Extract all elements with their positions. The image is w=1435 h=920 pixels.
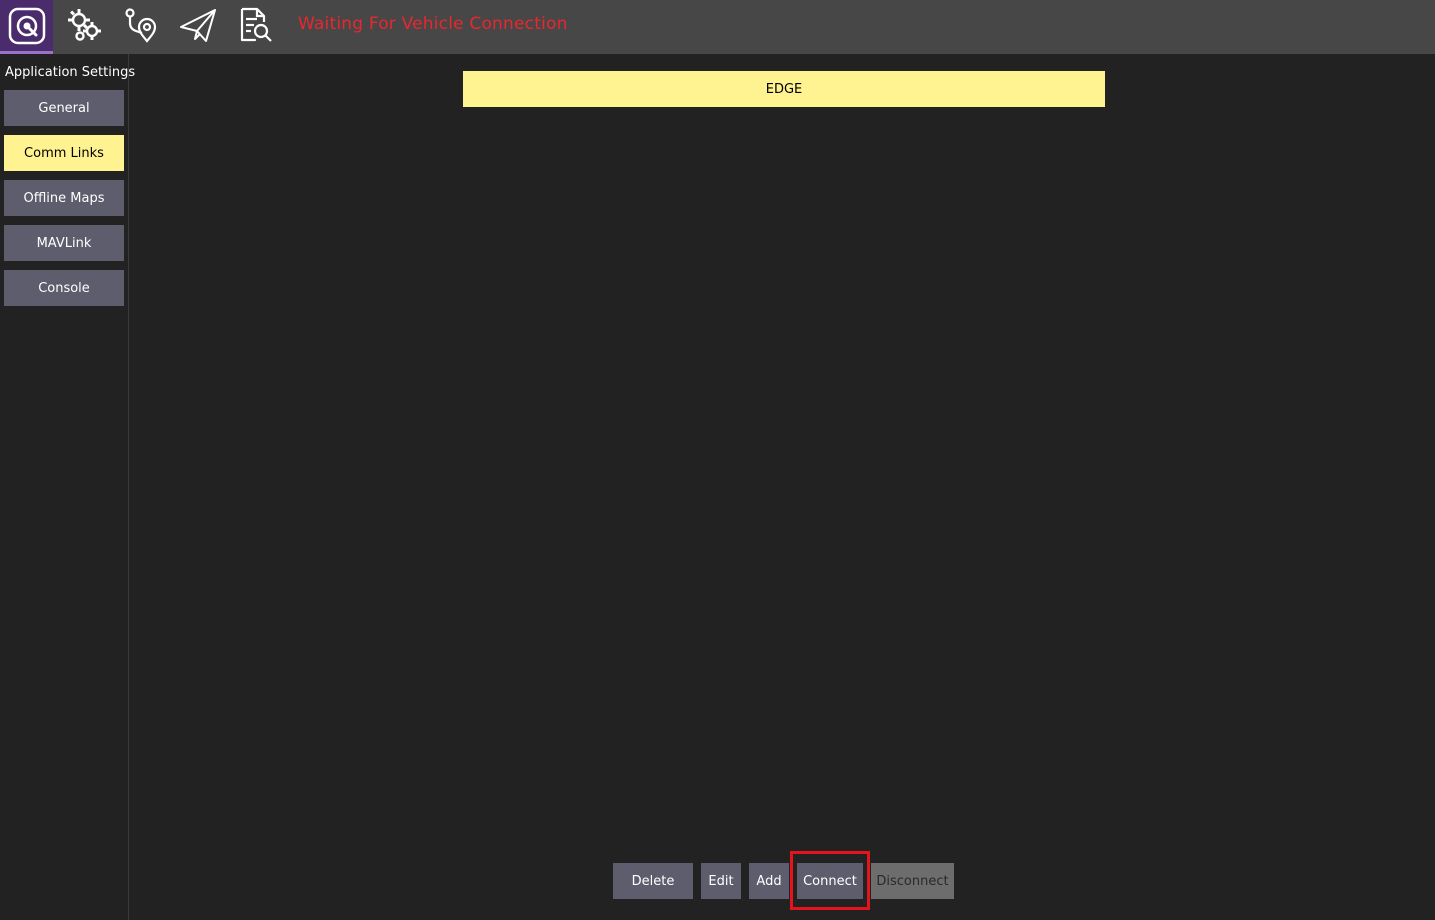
settings-gear-icon [64, 5, 104, 49]
edit-button[interactable]: Edit [701, 863, 741, 899]
disconnect-button[interactable]: Disconnect [871, 863, 954, 899]
fly-view-button[interactable] [174, 0, 222, 54]
plan-view-icon [120, 5, 160, 49]
sidebar-item-offline-maps[interactable]: Offline Maps [4, 180, 124, 216]
qgc-logo-icon [7, 6, 47, 46]
sidebar-title: Application Settings [5, 65, 136, 80]
plan-view-button[interactable] [116, 0, 164, 54]
sidebar-item-mavlink[interactable]: MAVLink [4, 225, 124, 261]
sidebar-item-general[interactable]: General [4, 90, 124, 126]
settings-button[interactable] [60, 0, 108, 54]
comm-link-item-edge[interactable]: EDGE [463, 71, 1105, 107]
delete-button[interactable]: Delete [613, 863, 693, 899]
qgc-logo-button[interactable] [0, 0, 53, 54]
vehicle-status-text: Waiting For Vehicle Connection [298, 14, 568, 34]
top-toolbar: Waiting For Vehicle Connection [0, 0, 1435, 54]
sidebar-item-comm-links[interactable]: Comm Links [4, 135, 124, 171]
add-button[interactable]: Add [749, 863, 789, 899]
sidebar-item-console[interactable]: Console [4, 270, 124, 306]
connect-button[interactable]: Connect [797, 863, 863, 899]
fly-view-icon [178, 5, 218, 49]
settings-sidebar: Application Settings General Comm Links … [0, 54, 135, 920]
analyze-view-button[interactable] [230, 0, 278, 54]
analyze-view-icon [234, 5, 274, 49]
